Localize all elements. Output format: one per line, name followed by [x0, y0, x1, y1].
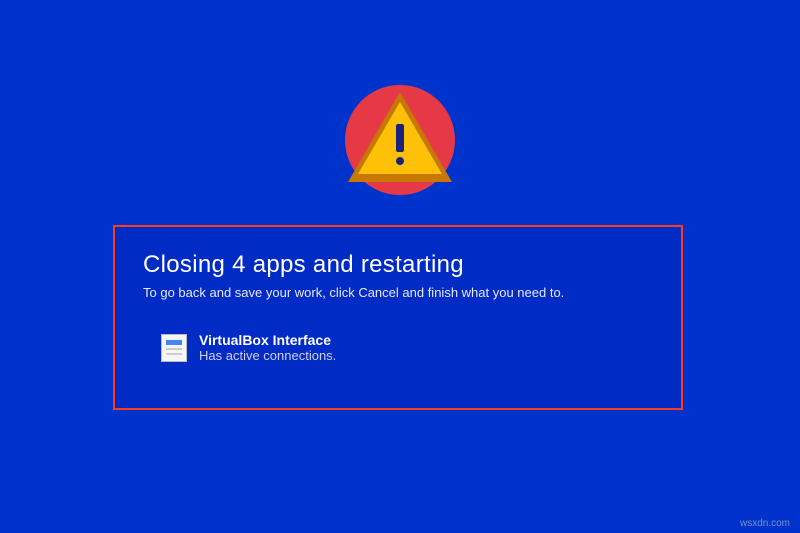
dialog-title: Closing 4 apps and restarting: [143, 251, 653, 279]
app-status-label: Has active connections.: [199, 348, 336, 363]
shutdown-dialog: Closing 4 apps and restarting To go back…: [113, 225, 683, 410]
exclamation-icon: [396, 124, 404, 165]
warning-icon: [340, 80, 460, 200]
watermark-text: wsxdn.com: [740, 518, 790, 529]
app-name-label: VirtualBox Interface: [199, 332, 336, 348]
app-icon: [161, 334, 187, 362]
app-list-item: VirtualBox Interface Has active connecti…: [161, 332, 653, 363]
dialog-subtitle: To go back and save your work, click Can…: [143, 285, 653, 300]
app-text-block: VirtualBox Interface Has active connecti…: [199, 332, 336, 363]
